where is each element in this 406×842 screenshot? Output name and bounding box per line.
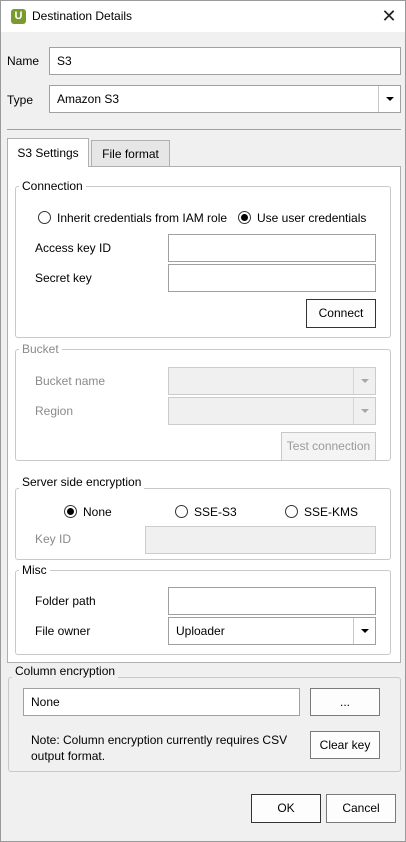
access-key-input[interactable] — [168, 234, 376, 262]
radio-sse-none-label[interactable]: None — [83, 505, 112, 519]
connect-button[interactable]: Connect — [306, 299, 376, 328]
type-select[interactable]: Amazon S3 — [49, 85, 401, 113]
bucket-name-label: Bucket name — [35, 374, 106, 388]
column-encryption-group-title: Column encryption — [12, 664, 119, 678]
test-connection-button: Test connection — [281, 432, 376, 461]
close-icon[interactable]: ✕ — [377, 6, 401, 28]
folder-path-label: Folder path — [35, 594, 96, 608]
clear-key-button[interactable]: Clear key — [310, 731, 380, 759]
radio-sse-kms[interactable] — [285, 505, 298, 518]
divider — [7, 129, 401, 130]
chevron-down-icon — [353, 398, 375, 424]
region-label: Region — [35, 404, 74, 418]
chevron-down-icon — [353, 368, 375, 394]
bucket-name-select — [168, 367, 376, 395]
name-input[interactable]: S3 — [49, 47, 401, 75]
ok-button[interactable]: OK — [251, 794, 321, 823]
tab-file-format[interactable]: File format — [91, 140, 170, 166]
destination-details-dialog: U Destination Details ✕ Name S3 Type Ama… — [0, 0, 406, 842]
radio-inherit-iam[interactable] — [38, 211, 51, 224]
secret-key-input[interactable] — [168, 264, 376, 292]
secret-key-label: Secret key — [35, 271, 92, 285]
misc-group-title: Misc — [19, 563, 50, 577]
connection-group-title: Connection — [19, 179, 86, 193]
s3-settings-panel: Connection Inherit credentials from IAM … — [7, 166, 401, 663]
dialog-title: Destination Details — [32, 9, 133, 23]
type-select-value: Amazon S3 — [57, 92, 120, 106]
type-label: Type — [7, 93, 34, 107]
sse-group-title: Server side encryption — [19, 475, 145, 489]
radio-user-credentials[interactable] — [238, 211, 251, 224]
radio-sse-s3[interactable] — [175, 505, 188, 518]
chevron-down-icon[interactable] — [378, 86, 400, 112]
browse-button[interactable]: ... — [310, 688, 380, 716]
name-label: Name — [7, 54, 40, 68]
key-id-label: Key ID — [35, 532, 72, 546]
radio-sse-s3-label[interactable]: SSE-S3 — [194, 505, 237, 519]
file-owner-value: Uploader — [176, 624, 225, 638]
radio-inherit-iam-label[interactable]: Inherit credentials from IAM role — [57, 211, 227, 225]
chevron-down-icon[interactable] — [353, 618, 375, 644]
radio-sse-kms-label[interactable]: SSE-KMS — [304, 505, 358, 519]
tab-s3-settings[interactable]: S3 Settings — [7, 138, 89, 167]
file-owner-label: File owner — [35, 624, 91, 638]
file-owner-select[interactable]: Uploader — [168, 617, 376, 645]
bucket-group-title: Bucket — [19, 342, 62, 356]
folder-path-input[interactable] — [168, 587, 376, 615]
key-id-input — [145, 526, 376, 554]
region-select — [168, 397, 376, 425]
cancel-button[interactable]: Cancel — [326, 794, 396, 823]
column-encryption-input[interactable]: None — [23, 688, 300, 716]
app-logo-icon: U — [11, 9, 26, 24]
access-key-label: Access key ID — [35, 241, 112, 255]
radio-sse-none[interactable] — [64, 505, 77, 518]
title-bar: U Destination Details ✕ — [1, 1, 405, 32]
column-encryption-note: Note: Column encryption currently requir… — [31, 733, 288, 763]
radio-user-credentials-label[interactable]: Use user credentials — [257, 211, 366, 225]
